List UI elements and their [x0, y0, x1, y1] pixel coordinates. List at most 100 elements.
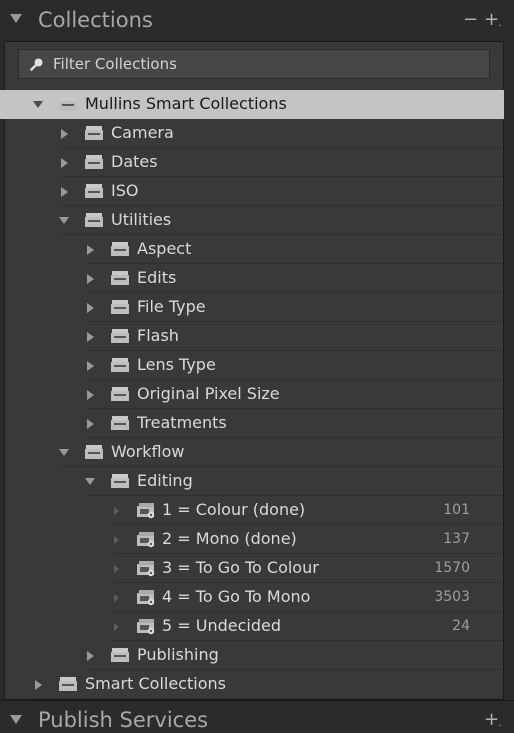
collection-label: Dates [111, 152, 158, 171]
collection-set-icon [85, 445, 103, 459]
panel-title: Collections [38, 8, 153, 32]
collection-label: Original Pixel Size [137, 384, 280, 403]
collection-set-row[interactable]: Editing [0, 467, 504, 496]
collection-label: Lens Type [137, 355, 216, 374]
collection-set-row[interactable]: Camera [0, 119, 504, 148]
add-publish-service-button[interactable]: +· [484, 710, 502, 733]
collapsed-triangle-icon[interactable] [32, 670, 44, 699]
collection-set-icon [59, 677, 77, 691]
collection-set-icon [111, 416, 129, 430]
collection-set-row[interactable]: Smart Collections [0, 670, 504, 699]
collection-label: 1 = Colour (done) [162, 500, 306, 519]
collection-label: Treatments [137, 413, 227, 432]
collection-set-icon [111, 648, 129, 662]
publish-services-title: Publish Services [38, 708, 209, 732]
add-publish-service-label: + [484, 709, 500, 730]
collection-set-row[interactable]: Flash [0, 322, 504, 351]
add-collection-button[interactable]: +· [484, 10, 502, 33]
smart-collection-icon [137, 561, 155, 577]
photo-count: 1570 [434, 560, 470, 576]
expanded-triangle-icon[interactable] [84, 467, 96, 496]
smart-collection-row[interactable]: 2 = Mono (done) 137 [0, 525, 504, 554]
disclosure-triangle-icon [110, 554, 122, 583]
collection-set-icon [111, 358, 129, 372]
collection-set-row[interactable]: File Type [0, 293, 504, 322]
photo-count: 137 [443, 531, 470, 547]
collapsed-triangle-icon[interactable] [84, 380, 96, 409]
collapsed-triangle-icon[interactable] [58, 148, 70, 177]
collapsed-triangle-icon[interactable] [84, 322, 96, 351]
collection-label: Editing [137, 471, 193, 490]
remove-collection-button[interactable]: − [463, 10, 478, 30]
search-icon [30, 58, 43, 71]
expanded-triangle-icon[interactable] [32, 90, 44, 119]
collection-set-row[interactable]: Original Pixel Size [0, 380, 504, 409]
disclosure-triangle-icon [110, 583, 122, 612]
smart-collection-icon [137, 532, 155, 548]
smart-collection-icon [137, 503, 155, 519]
collection-set-row[interactable]: Edits [0, 264, 504, 293]
collection-set-row[interactable]: Workflow [0, 438, 504, 467]
collection-label: 2 = Mono (done) [162, 529, 297, 548]
photo-count: 24 [452, 618, 470, 634]
collections-tree: Mullins Smart Collections Camera Dates ISO U… [0, 90, 504, 699]
filter-collections-field[interactable] [18, 49, 490, 79]
dropdown-dot-icon: · [498, 721, 502, 732]
collection-set-icon [111, 474, 129, 488]
smart-collection-icon [137, 590, 155, 606]
collection-set-row[interactable]: Mullins Smart Collections [0, 90, 504, 119]
collection-set-icon [111, 387, 129, 401]
collection-set-icon [111, 300, 129, 314]
collection-label: Mullins Smart Collections [85, 94, 287, 113]
collection-set-row[interactable]: Dates [0, 148, 504, 177]
collection-label: Edits [137, 268, 177, 287]
collection-set-icon [85, 213, 103, 227]
collection-set-icon [111, 271, 129, 285]
dropdown-dot-icon: · [498, 21, 502, 32]
smart-collection-row[interactable]: 1 = Colour (done) 101 [0, 496, 504, 525]
collection-label: Publishing [137, 645, 219, 664]
smart-collection-row[interactable]: 3 = To Go To Colour 1570 [0, 554, 504, 583]
collection-set-row[interactable]: Publishing [0, 641, 504, 670]
collection-label: Aspect [137, 239, 192, 258]
collection-label: Smart Collections [85, 674, 226, 693]
collapsed-triangle-icon[interactable] [58, 177, 70, 206]
collection-label: Utilities [111, 210, 172, 229]
expanded-triangle-icon[interactable] [58, 206, 70, 235]
smart-collection-row[interactable]: 5 = Undecided 24 [0, 612, 504, 641]
disclosure-triangle-icon [110, 496, 122, 525]
collection-set-icon [85, 126, 103, 140]
collection-set-icon [85, 184, 103, 198]
collection-set-row[interactable]: Lens Type [0, 351, 504, 380]
disclosure-triangle-icon [110, 612, 122, 641]
collection-label: File Type [137, 297, 206, 316]
collapse-triangle-icon[interactable] [10, 715, 22, 724]
collection-set-icon [85, 155, 103, 169]
collapsed-triangle-icon[interactable] [58, 119, 70, 148]
photo-count: 101 [443, 502, 470, 518]
collection-label: ISO [111, 181, 139, 200]
collection-set-row[interactable]: ISO [0, 177, 504, 206]
smart-collection-row[interactable]: 4 = To Go To Mono 3503 [0, 583, 504, 612]
collection-set-icon [111, 242, 129, 256]
collapsed-triangle-icon[interactable] [84, 641, 96, 670]
collapsed-triangle-icon[interactable] [84, 409, 96, 438]
collection-label: 4 = To Go To Mono [162, 587, 311, 606]
expanded-triangle-icon[interactable] [58, 438, 70, 467]
filter-collections-input[interactable] [53, 53, 473, 75]
collection-label: 3 = To Go To Colour [162, 558, 319, 577]
smart-collection-icon [137, 619, 155, 635]
collapsed-triangle-icon[interactable] [84, 235, 96, 264]
collapse-triangle-icon[interactable] [10, 14, 22, 23]
disclosure-triangle-icon [110, 525, 122, 554]
collection-set-row[interactable]: Utilities [0, 206, 504, 235]
add-collection-label: + [484, 9, 500, 30]
row-divider [36, 698, 502, 699]
collection-set-row[interactable]: Aspect [0, 235, 504, 264]
collection-set-row[interactable]: Treatments [0, 409, 504, 438]
publish-services-header[interactable]: Publish Services +· [0, 700, 514, 733]
collapsed-triangle-icon[interactable] [84, 293, 96, 322]
collapsed-triangle-icon[interactable] [84, 351, 96, 380]
collapsed-triangle-icon[interactable] [84, 264, 96, 293]
collections-panel-header[interactable]: Collections − +· [0, 0, 514, 40]
